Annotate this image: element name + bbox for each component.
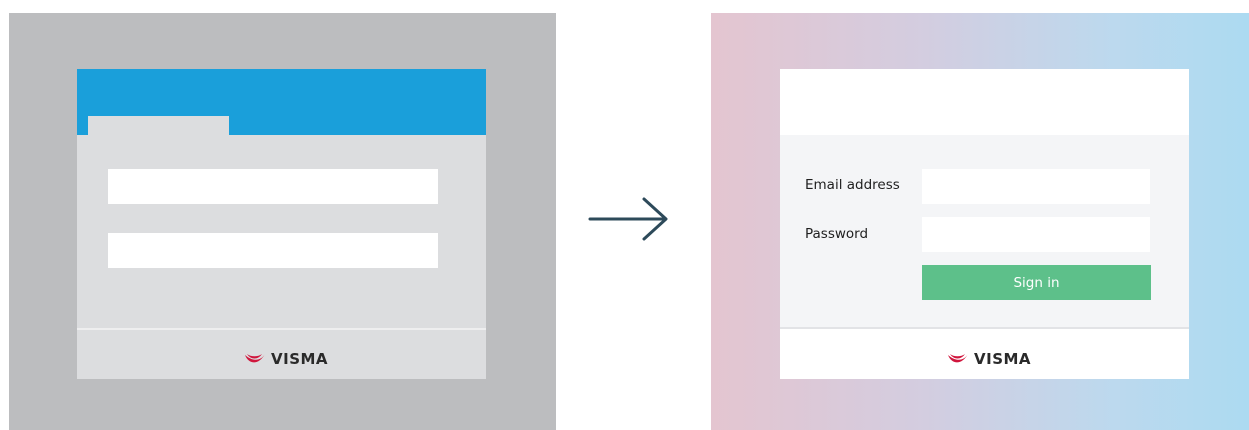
- old-username-field: [108, 169, 438, 204]
- new-login-card: Email address Password Sign in VISMA: [780, 69, 1189, 379]
- visma-swoosh-icon: [948, 354, 968, 363]
- old-password-field: [108, 233, 438, 268]
- old-footer-divider: [77, 328, 486, 330]
- password-field[interactable]: [922, 217, 1150, 252]
- visma-swoosh-icon: [245, 354, 265, 363]
- old-login-tab: [88, 116, 229, 136]
- new-visma-logo: VISMA: [947, 350, 1031, 368]
- sign-in-button[interactable]: Sign in: [922, 265, 1151, 300]
- password-label: Password: [805, 226, 869, 242]
- new-logo-text: VISMA: [974, 350, 1032, 368]
- old-visma-logo: VISMA: [244, 350, 328, 368]
- new-login-header: [780, 69, 1189, 135]
- old-logo-text: VISMA: [271, 350, 329, 368]
- arrow-right-icon: [588, 197, 668, 241]
- email-field[interactable]: [922, 169, 1150, 204]
- email-label: Email address: [805, 177, 900, 193]
- old-login-card: VISMA: [77, 69, 486, 379]
